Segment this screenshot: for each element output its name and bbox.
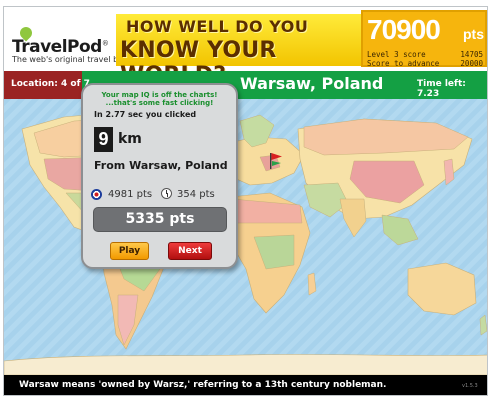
total-score: 70900 — [367, 14, 441, 45]
fact-footer: Warsaw means 'owned by Warsz,' referring… — [4, 375, 487, 395]
distance-from-text: From Warsaw, Poland — [94, 159, 228, 172]
advance-score-label: Score to advance — [367, 59, 440, 68]
level-score-row: Level 3 score 14705 — [367, 50, 483, 59]
level-score-label: Level 3 score — [367, 50, 426, 59]
continent-antarctica[interactable] — [4, 354, 488, 375]
region-southeast-asia[interactable] — [381, 214, 419, 246]
banner-line-1: HOW WELL DO YOU — [126, 17, 309, 36]
header: TravelPod® The web's original travel blo… — [4, 7, 487, 88]
level-score-value: 14705 — [460, 50, 483, 59]
play-button[interactable]: Play — [110, 242, 149, 260]
fast-click-message: ...that's some fast clicking! — [105, 99, 214, 107]
game-title-banner: HOW WELL DO YOU KNOW YOUR WORLD? — [116, 14, 433, 88]
world-map-svg[interactable] — [4, 99, 488, 375]
next-button[interactable]: Next — [168, 242, 212, 260]
advance-score-value: 20000 — [460, 59, 483, 68]
game-frame: TravelPod® The web's original travel blo… — [3, 6, 488, 396]
time-left: Time left: 7.23 — [417, 79, 466, 99]
map-iq-message: Your map IQ is off the charts! — [101, 91, 218, 99]
target-city: Warsaw, Poland — [240, 74, 384, 93]
distance-points: 4981 pts — [108, 189, 153, 200]
click-time-text: In 2.77 sec you clicked — [94, 110, 197, 119]
score-unit: pts — [463, 26, 484, 42]
region-japan[interactable] — [443, 158, 455, 186]
region-russia[interactable] — [303, 118, 469, 156]
score-panel: 70900 pts Level 3 score 14705 Score to a… — [361, 10, 487, 68]
result-popup: Your map IQ is off the charts! ...that's… — [81, 83, 238, 269]
distance-unit: km — [118, 131, 142, 147]
logo-brand: TravelPod® — [12, 37, 109, 57]
distance-value: 9 — [94, 127, 113, 152]
status-bar: Location: 4 of 7 Warsaw, Poland Time lef… — [4, 71, 487, 99]
logo-tagline: The web's original travel blog. — [12, 55, 133, 64]
travelpod-logo[interactable]: TravelPod® The web's original travel blo… — [12, 37, 133, 64]
world-map[interactable] — [4, 99, 488, 375]
region-new-zealand[interactable] — [479, 314, 487, 336]
region-india[interactable] — [339, 198, 367, 238]
advance-score-row: Score to advance 20000 — [367, 59, 483, 68]
continent-australia[interactable] — [407, 262, 477, 316]
version-label: v1.5.3 — [462, 383, 478, 389]
round-total-points: 5335 pts — [93, 207, 227, 232]
target-icon — [91, 189, 102, 200]
time-points: 354 pts — [177, 189, 215, 200]
region-madagascar[interactable] — [307, 272, 317, 296]
location-counter: Location: 4 of 7 — [11, 79, 90, 89]
city-fact: Warsaw means 'owned by Warsz,' referring… — [19, 380, 387, 390]
clock-icon — [161, 188, 172, 199]
